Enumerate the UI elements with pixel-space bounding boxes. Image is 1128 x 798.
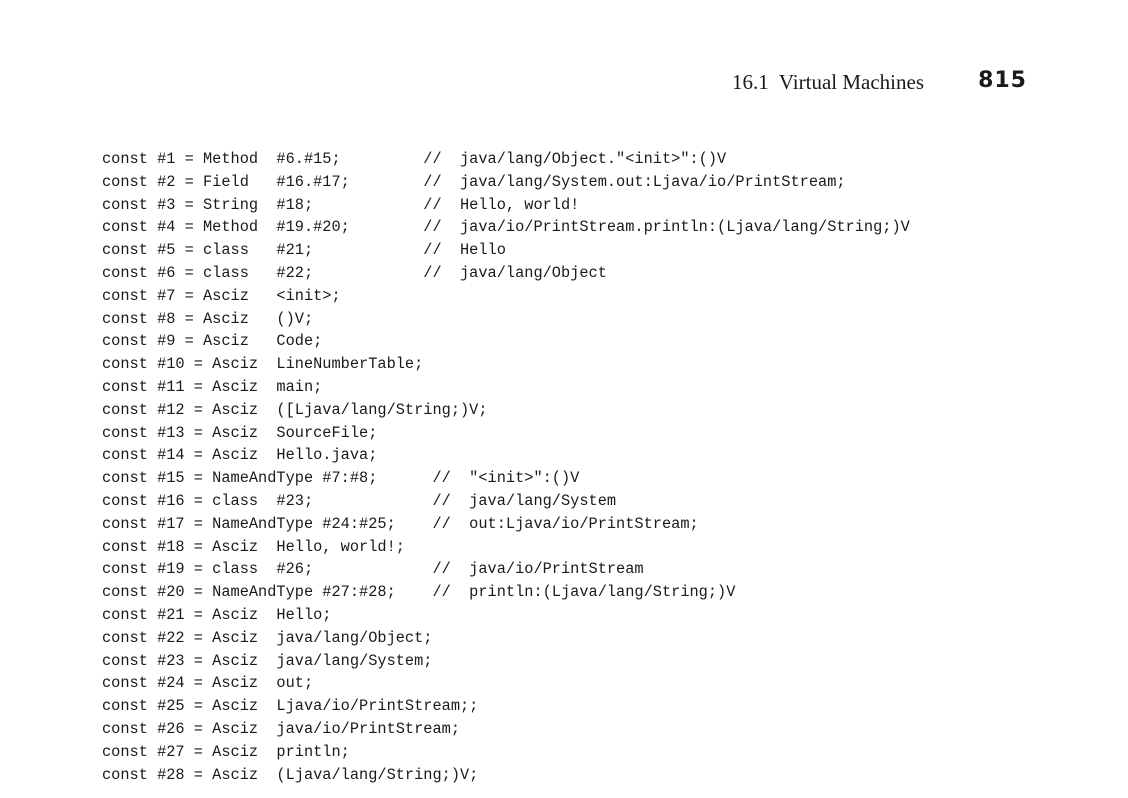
code-line-const-10: const #10 = Asciz LineNumberTable; (102, 355, 424, 374)
code-line-const-21: const #21 = Asciz Hello; (102, 605, 332, 624)
code-line-const-1: const #1 = Method #6.#15; // java/lang/O… (102, 150, 727, 168)
code-line-const-7: const #7 = Asciz <init>; (102, 286, 341, 305)
page-number: 815 (978, 68, 1027, 93)
code-line-const-2: const #2 = Field #16.#17; // java/lang/S… (102, 172, 846, 191)
code-line-const-24: const #24 = Asciz out; (102, 674, 314, 693)
constant-pool-listing: const #1 = Method #6.#15; // java/lang/O… (102, 148, 910, 786)
code-line-const-23: const #23 = Asciz java/lang/System; (102, 651, 433, 670)
code-line-const-4: const #4 = Method #19.#20; // java/io/Pr… (102, 218, 910, 237)
code-line-const-19: const #19 = class #26; // java/io/PrintS… (102, 560, 644, 579)
code-line-const-18: const #18 = Asciz Hello, world!; (102, 537, 405, 556)
code-line-const-11: const #11 = Asciz main; (102, 377, 323, 396)
code-line-const-9: const #9 = Asciz Code; (102, 332, 323, 351)
code-line-const-27: const #27 = Asciz println; (102, 742, 350, 761)
code-line-const-8: const #8 = Asciz ()V; (102, 309, 314, 328)
code-line-const-26: const #26 = Asciz java/io/PrintStream; (102, 719, 461, 738)
code-line-const-15: const #15 = NameAndType #7:#8; // "<init… (102, 469, 580, 488)
code-line-const-17: const #17 = NameAndType #24:#25; // out:… (102, 514, 699, 533)
code-line-const-16: const #16 = class #23; // java/lang/Syst… (102, 491, 617, 510)
code-line-const-5: const #5 = class #21; // Hello (102, 241, 506, 260)
code-line-const-25: const #25 = Asciz Ljava/io/PrintStream;; (102, 697, 479, 716)
code-line-const-20: const #20 = NameAndType #27:#28; // prin… (102, 583, 736, 602)
section-title: 16.1 Virtual Machines (732, 70, 924, 94)
code-line-const-28: const #28 = Asciz (Ljava/lang/String;)V; (102, 765, 479, 784)
running-head: 16.1 Virtual Machines 815 (0, 68, 1128, 98)
code-line-const-22: const #22 = Asciz java/lang/Object; (102, 628, 433, 647)
code-line-const-3: const #3 = String #18; // Hello, world! (102, 195, 580, 214)
code-line-const-12: const #12 = Asciz ([Ljava/lang/String;)V… (102, 400, 488, 419)
code-line-const-6: const #6 = class #22; // java/lang/Objec… (102, 263, 607, 282)
code-line-const-14: const #14 = Asciz Hello.java; (102, 446, 378, 465)
code-line-const-13: const #13 = Asciz SourceFile; (102, 423, 378, 442)
